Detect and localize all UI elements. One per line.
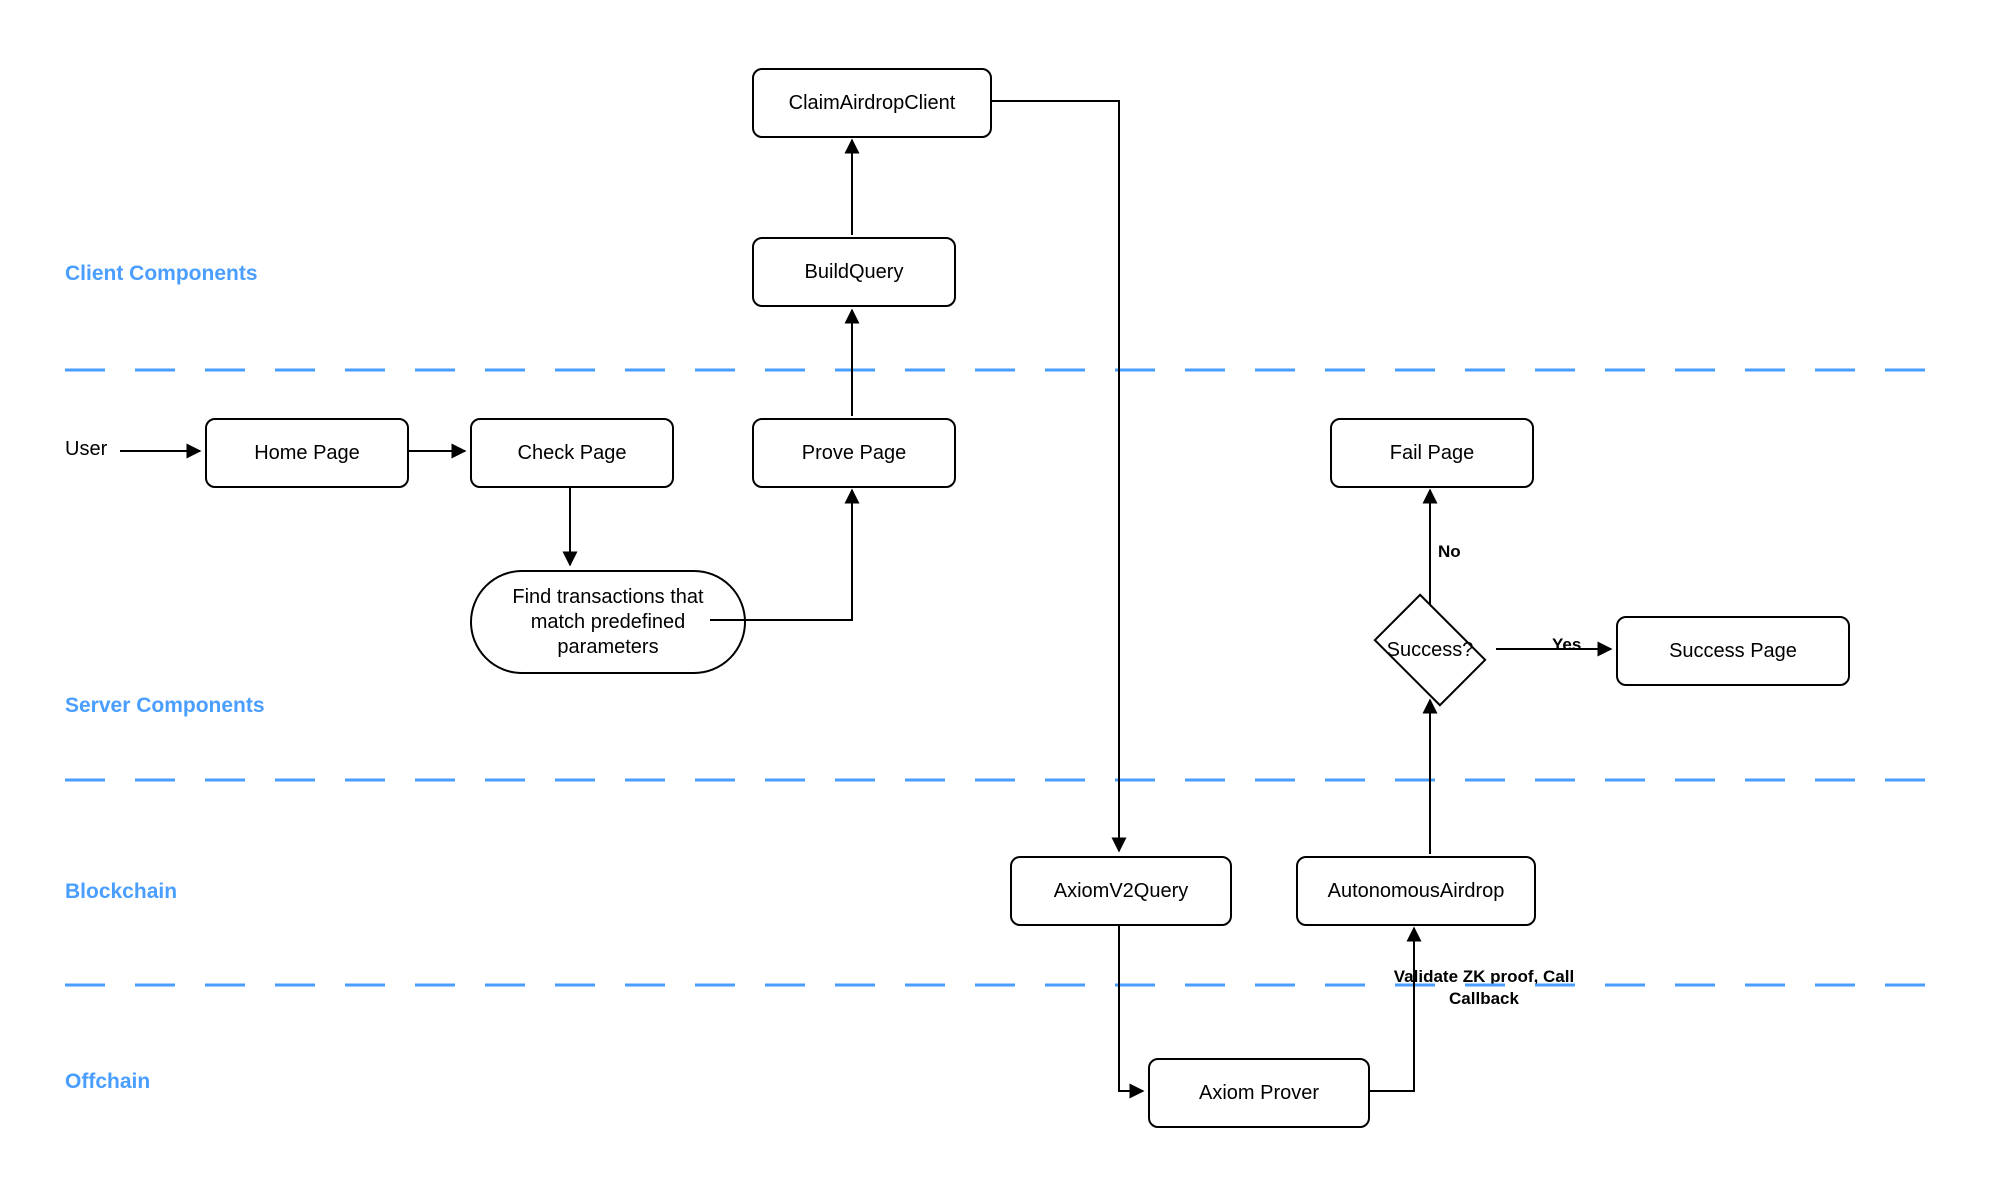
node-build-query-label: BuildQuery [805,261,904,284]
node-prove-page: Prove Page [752,418,956,488]
node-success-page-label: Success Page [1669,640,1797,663]
diagram-svg-overlay [0,0,2000,1180]
node-fail-page: Fail Page [1330,418,1534,488]
node-find-tx: Find transactions that match predefined … [470,570,746,674]
lane-label-client: Client Components [65,262,258,286]
node-fail-page-label: Fail Page [1390,442,1475,465]
node-claim-client: ClaimAirdropClient [752,68,992,138]
lane-label-blockchain: Blockchain [65,880,177,904]
diagram-canvas: Client Components Server Components Bloc… [0,0,2000,1180]
node-prove-page-label: Prove Page [802,442,907,465]
node-autonomous-airdrop-label: AutonomousAirdrop [1328,880,1505,903]
node-axiom-prover-label: Axiom Prover [1199,1082,1319,1105]
node-user: User [65,438,107,461]
lane-label-server: Server Components [65,694,265,718]
node-build-query: BuildQuery [752,237,956,307]
node-check-page-label: Check Page [518,442,627,465]
node-decision-label: Success? [1366,606,1494,694]
node-axiom-v2-query: AxiomV2Query [1010,856,1232,926]
node-home-page: Home Page [205,418,409,488]
node-find-tx-label: Find transactions that match predefined … [490,585,726,660]
node-home-page-label: Home Page [254,442,360,465]
node-claim-client-label: ClaimAirdropClient [789,92,956,115]
node-check-page: Check Page [470,418,674,488]
edge-label-no: No [1438,542,1461,562]
node-decision: Success? [1366,606,1494,694]
node-axiom-prover: Axiom Prover [1148,1058,1370,1128]
lane-label-offchain: Offchain [65,1070,150,1094]
edge-label-yes: Yes [1552,635,1581,655]
node-axiom-v2-query-label: AxiomV2Query [1054,880,1189,903]
node-success-page: Success Page [1616,616,1850,686]
node-autonomous-airdrop: AutonomousAirdrop [1296,856,1536,926]
edge-label-validate-zk: Validate ZK proof, Call Callback [1374,966,1594,1010]
